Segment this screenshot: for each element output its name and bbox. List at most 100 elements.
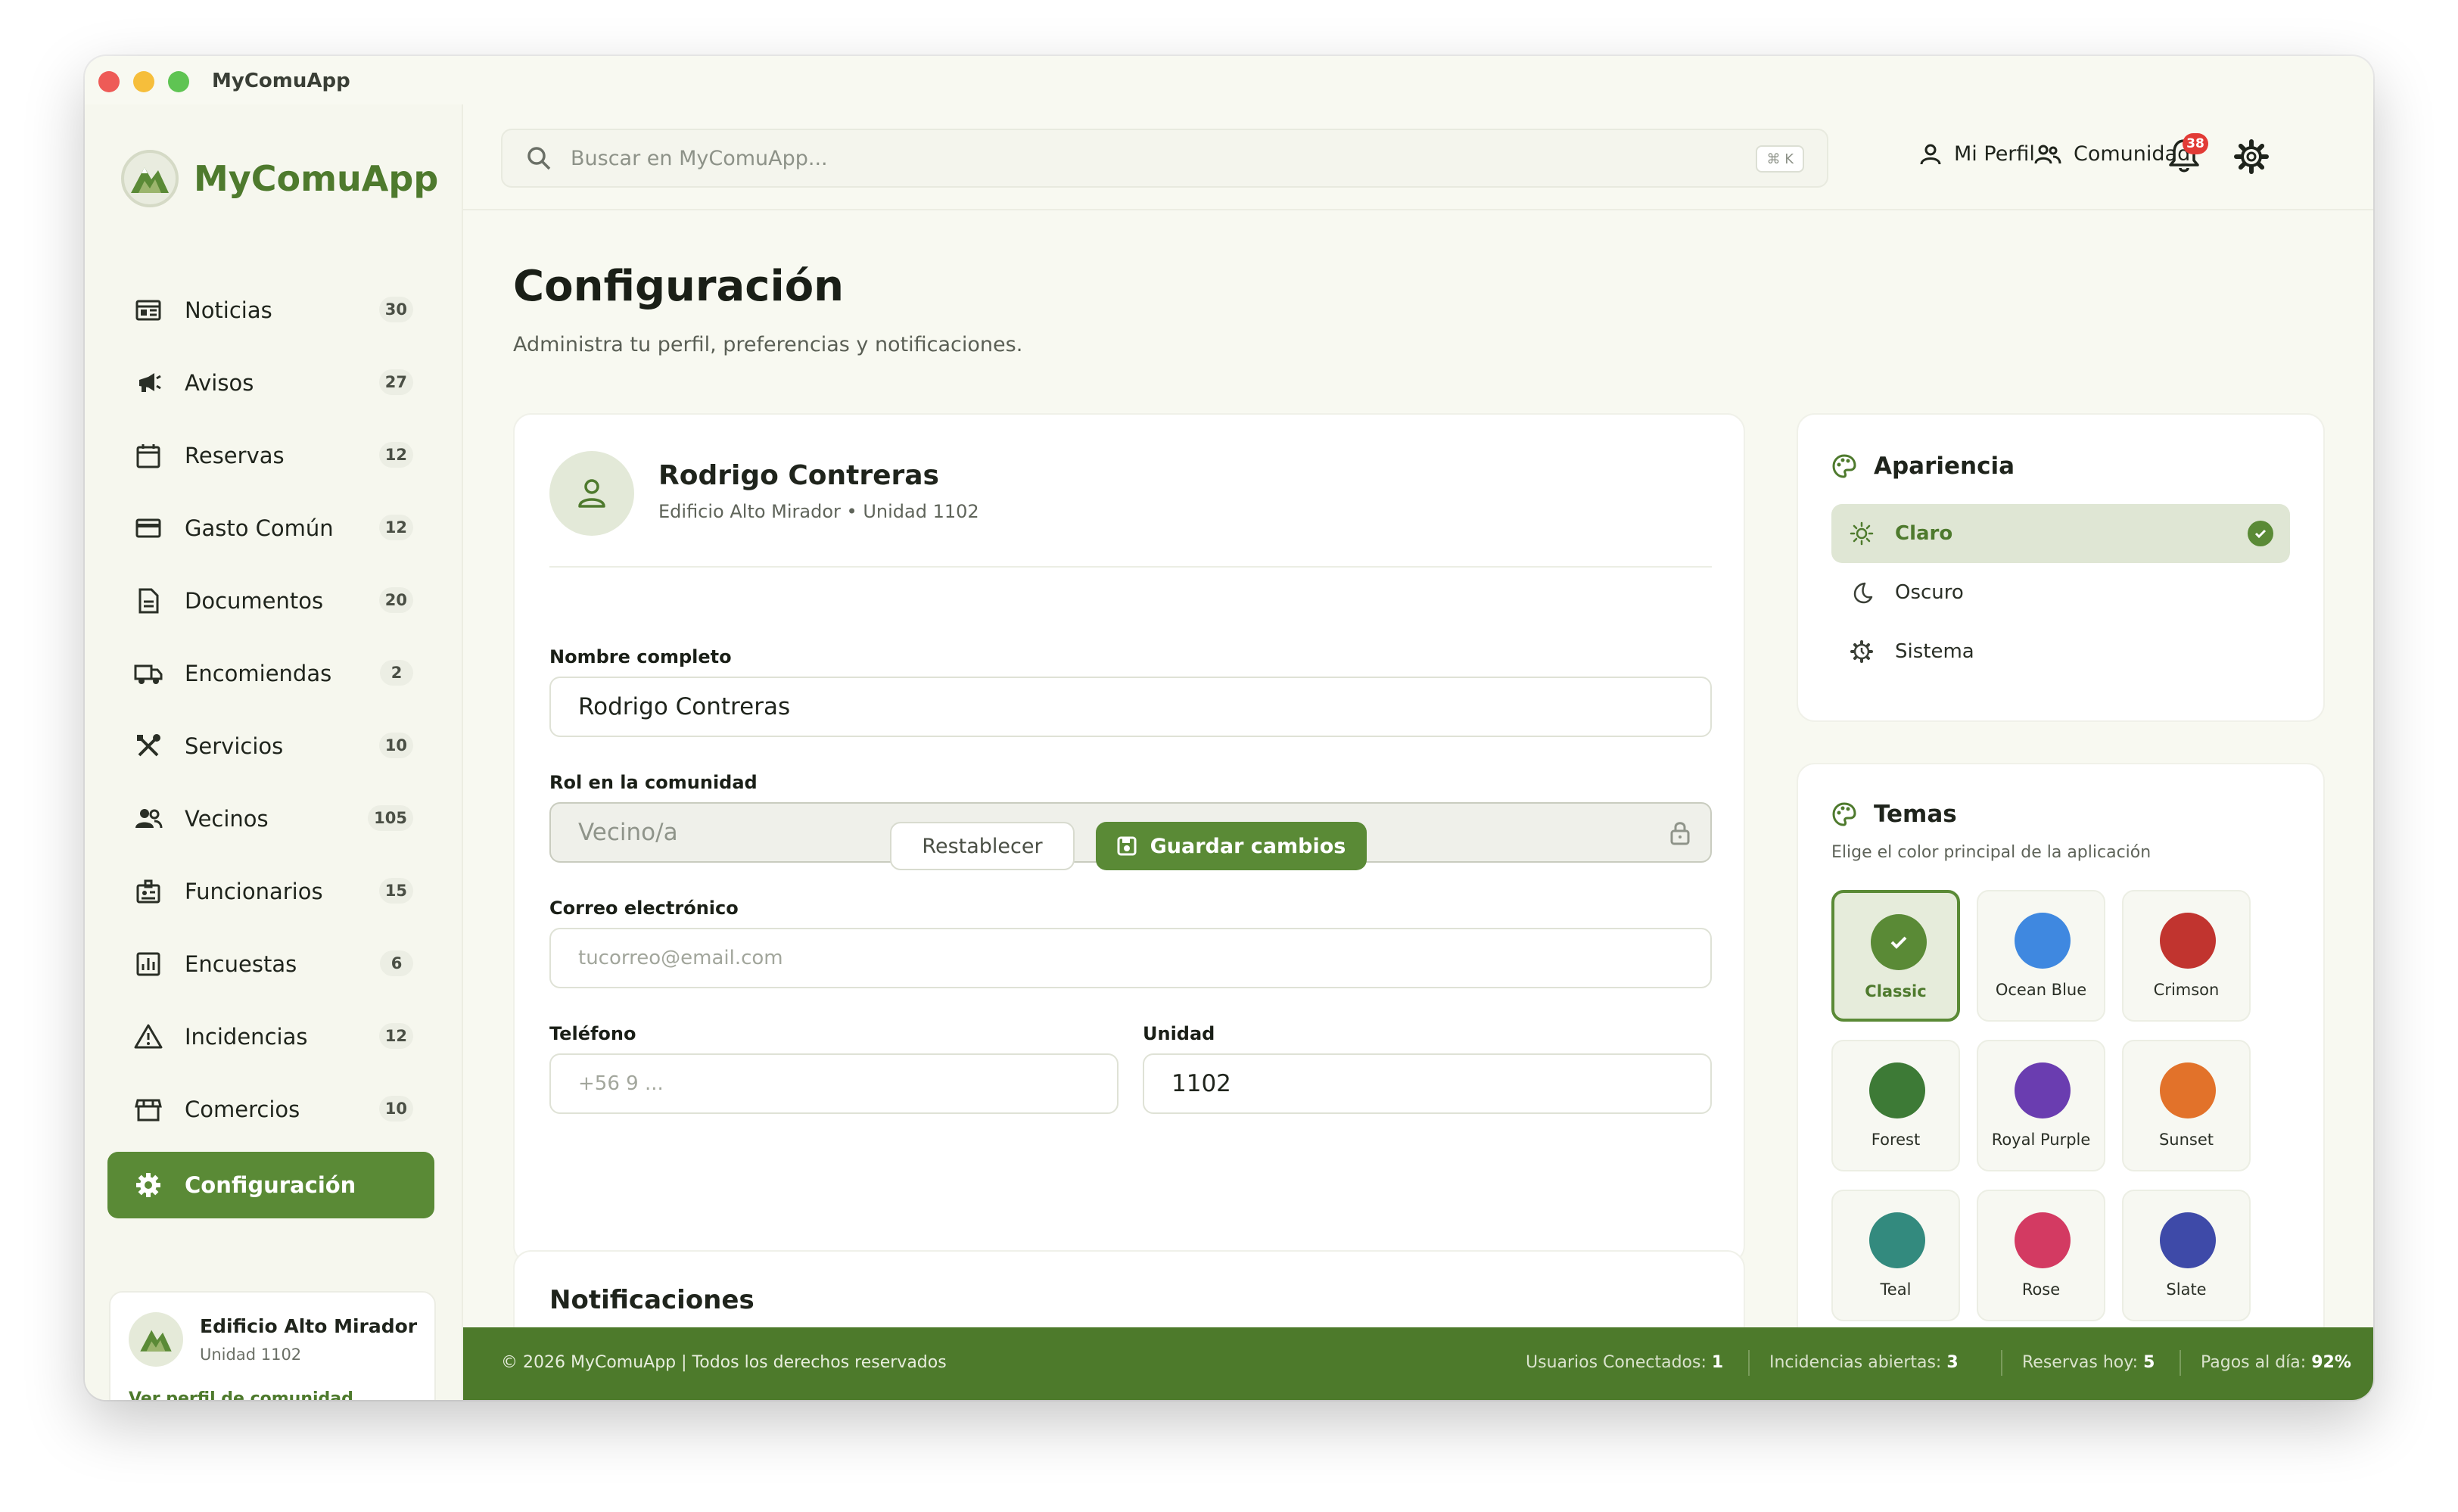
sidebar-item-label: Vecinos: [185, 806, 269, 832]
stat-pagos-al-dia: Pagos al día: 92%: [2201, 1353, 2351, 1372]
calendar-icon: [133, 440, 163, 471]
minimize-window-button[interactable]: [133, 71, 154, 92]
count-badge: 12: [378, 442, 413, 468]
moon-icon: [1853, 582, 1873, 604]
save-button-label: Guardar cambios: [1150, 834, 1346, 858]
sidebar-item-label: Incidencias: [185, 1024, 308, 1050]
theme-option-oscuro[interactable]: Oscuro: [1831, 563, 2290, 622]
sidebar-item-label: Servicios: [185, 733, 284, 759]
search-input[interactable]: Buscar en MyComuApp... ⌘ K: [501, 129, 1828, 188]
community-profile-link[interactable]: Ver perfil de comunidad: [129, 1389, 353, 1400]
theme-option-label: Sistema: [1895, 640, 1974, 663]
maximize-window-button[interactable]: [168, 71, 189, 92]
sidebar-item-label: Comercios: [185, 1097, 300, 1122]
email-field[interactable]: tucorreo@email.com: [549, 928, 1712, 988]
theme-swatch-label: Ocean Blue: [1995, 981, 2087, 999]
theme-option-sistema[interactable]: Sistema: [1831, 622, 2290, 681]
theme-swatch-label: Classic: [1865, 982, 1927, 1000]
theme-swatch-crimson[interactable]: Crimson: [2122, 890, 2251, 1022]
document-icon: [133, 586, 163, 616]
brand-logo-icon: [121, 150, 179, 207]
theme-option-label: Oscuro: [1895, 581, 1964, 604]
title-bar: MyComuApp: [85, 56, 2373, 104]
stat-label: Reservas hoy:: [2022, 1353, 2139, 1372]
color-dot: [1869, 1212, 1925, 1268]
appearance-title: Apariencia: [1874, 453, 2015, 480]
phone-field[interactable]: +56 9 ...: [549, 1053, 1119, 1114]
theme-swatch-slate[interactable]: Slate: [2122, 1190, 2251, 1321]
bar-chart-icon: [133, 949, 163, 979]
role-label: Rol en la comunidad: [549, 772, 758, 793]
community-card: Edificio Alto Mirador Unidad 1102 Ver pe…: [109, 1291, 436, 1400]
theme-swatch-forest[interactable]: Forest: [1831, 1040, 1960, 1171]
theme-swatch-rose[interactable]: Rose: [1977, 1190, 2105, 1321]
theme-swatch-sunset[interactable]: Sunset: [2122, 1040, 2251, 1171]
sidebar-item-comercios[interactable]: Comercios 10: [107, 1073, 434, 1146]
sidebar-item-label: Configuración: [185, 1172, 356, 1198]
color-dot: [2160, 913, 2216, 969]
page-title: Configuración: [513, 262, 845, 311]
sidebar-item-noticias[interactable]: Noticias 30: [107, 274, 434, 347]
stat-value: 3: [1946, 1353, 1959, 1372]
sidebar-item-configuracion[interactable]: Configuración: [107, 1152, 434, 1218]
unit-field[interactable]: 1102: [1143, 1053, 1712, 1114]
theme-swatch-label: Teal: [1880, 1280, 1912, 1299]
sidebar-item-vecinos[interactable]: Vecinos 105: [107, 782, 434, 855]
palette-icon: [1832, 454, 1856, 478]
save-button[interactable]: Guardar cambios: [1096, 822, 1367, 870]
system-icon: [1850, 640, 1873, 663]
name-label: Nombre completo: [549, 646, 732, 667]
theme-swatch-classic[interactable]: Classic: [1831, 890, 1960, 1022]
divider: [1748, 1350, 1750, 1376]
sidebar-item-gasto-comun[interactable]: Gasto Común 12: [107, 492, 434, 565]
theme-swatch-label: Crimson: [2153, 981, 2220, 999]
count-badge: 2: [380, 660, 413, 686]
themes-title: Temas: [1874, 801, 1957, 828]
stat-value: 92%: [2311, 1353, 2351, 1372]
status-footer: © 2026 MyComuApp | Todos los derechos re…: [463, 1327, 2373, 1400]
sidebar-item-encomiendas[interactable]: Encomiendas 2: [107, 637, 434, 710]
stat-label: Usuarios Conectados:: [1526, 1353, 1707, 1372]
reset-button[interactable]: Restablecer: [890, 822, 1075, 870]
store-icon: [133, 1094, 163, 1125]
email-label: Correo electrónico: [549, 898, 739, 919]
brand[interactable]: MyComuApp: [121, 150, 438, 207]
warning-icon: [133, 1022, 163, 1052]
profile-link[interactable]: Mi Perfil: [1919, 142, 2035, 166]
theme-option-claro[interactable]: Claro: [1831, 504, 2290, 563]
divider: [2180, 1350, 2181, 1376]
sidebar-item-servicios[interactable]: Servicios 10: [107, 710, 434, 782]
id-badge-icon: [133, 876, 163, 907]
sidebar-item-encuestas[interactable]: Encuestas 6: [107, 928, 434, 1000]
count-badge: 105: [368, 805, 413, 831]
notification-count-badge: 38: [2183, 133, 2208, 154]
profile-name: Rodrigo Contreras: [658, 460, 939, 491]
settings-gear-icon[interactable]: [2234, 139, 2269, 174]
stat-usuarios-conectados: Usuarios Conectados: 1: [1526, 1353, 1723, 1372]
tools-icon: [133, 731, 163, 761]
sidebar-item-documentos[interactable]: Documentos 20: [107, 565, 434, 637]
palette-icon: [1832, 802, 1856, 826]
window-title: MyComuApp: [212, 70, 350, 92]
themes-header: Temas: [1831, 801, 1957, 828]
divider: [549, 566, 1712, 568]
close-window-button[interactable]: [98, 71, 120, 92]
stat-value: 1: [1711, 1353, 1724, 1372]
sidebar-item-incidencias[interactable]: Incidencias 12: [107, 1000, 434, 1073]
theme-swatch-ocean-blue[interactable]: Ocean Blue: [1977, 890, 2105, 1022]
page-subtitle: Administra tu perfil, preferencias y not…: [513, 333, 1023, 356]
color-dot: [2160, 1062, 2216, 1118]
search-placeholder: Buscar en MyComuApp...: [571, 146, 828, 170]
color-dot: [1869, 1062, 1925, 1118]
sidebar-item-avisos[interactable]: Avisos 27: [107, 347, 434, 419]
check-icon: [1890, 936, 1907, 949]
full-name-field[interactable]: Rodrigo Contreras: [549, 677, 1712, 737]
sidebar-item-funcionarios[interactable]: Funcionarios 15: [107, 855, 434, 928]
appearance-card: Apariencia Claro Oscuro Sistema: [1797, 413, 2325, 722]
profile-link-label: Mi Perfil: [1954, 142, 2035, 166]
theme-swatch-royal-purple[interactable]: Royal Purple: [1977, 1040, 2105, 1171]
sidebar-item-label: Encuestas: [185, 951, 297, 977]
sidebar-item-reservas[interactable]: Reservas 12: [107, 419, 434, 492]
phone-label: Teléfono: [549, 1023, 636, 1044]
theme-swatch-teal[interactable]: Teal: [1831, 1190, 1960, 1321]
